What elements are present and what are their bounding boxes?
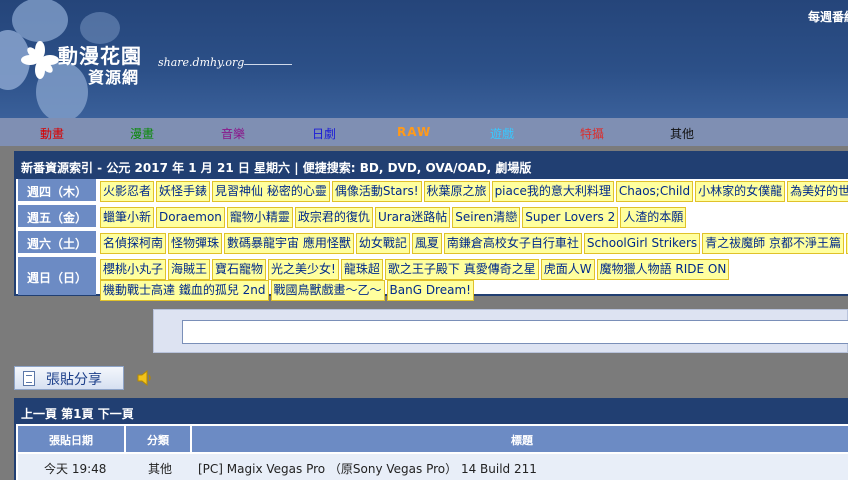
- show-link[interactable]: 海賊王: [168, 259, 211, 280]
- show-list: 名偵探柯南 怪物彈珠 數碼暴龍宇宙 應用怪獸 幼女戰記 風夏 南鎌倉高校女子自行車社 Sch…: [100, 233, 848, 254]
- show-link[interactable]: 人渣的本願: [620, 207, 687, 228]
- show-link[interactable]: BanG Dream!: [386, 280, 474, 301]
- show-link[interactable]: 見習神仙 秘密的心靈: [212, 181, 330, 202]
- nav-item-tokusatsu[interactable]: 特攝: [580, 125, 604, 142]
- show-list: 櫻桃小丸子 海賊王 寶石寵物 光之美少女! 龍珠超 歌之王子殿下 真愛傳奇之星 虎面人W 魔物…: [100, 259, 848, 301]
- show-link[interactable]: 光之美少女!: [268, 259, 339, 280]
- nav-item-music[interactable]: 音樂: [221, 125, 245, 142]
- column-header-title[interactable]: 標題: [192, 426, 848, 452]
- nav-item-other[interactable]: 其他: [670, 125, 694, 142]
- pager[interactable]: 上一頁 第1頁 下一頁: [16, 400, 848, 424]
- day-label: 週日（日）: [18, 257, 96, 295]
- nav-item-raw[interactable]: RAW: [397, 125, 431, 139]
- day-label: 週五（金）: [18, 205, 96, 227]
- logo-subtitle[interactable]: 資源網: [88, 64, 139, 88]
- nav-item-anime[interactable]: 動畫: [40, 125, 64, 142]
- column-header-category[interactable]: 分類: [126, 426, 190, 452]
- show-link[interactable]: 秋葉原之旅: [423, 181, 490, 202]
- logo-url: share.dmhy.org: [158, 56, 245, 69]
- post-share-label: 張貼分享: [46, 372, 102, 388]
- show-list: 火影忍者 妖怪手錶 見習神仙 秘密的心靈 偶像活動Stars! 秋葉原之旅 piace我的…: [100, 181, 848, 202]
- show-link[interactable]: Urara迷路帖: [374, 207, 451, 228]
- show-link[interactable]: 數碼暴龍宇宙 應用怪獸: [224, 233, 354, 254]
- show-link[interactable]: piace我的意大利料理: [491, 181, 614, 202]
- row-category[interactable]: 其他: [148, 454, 172, 480]
- day-row-friday: 週五（金） 蠟筆小新 Doraemon 寵物小精靈 政宗君的復仇 Urara迷路帖 Sei…: [18, 205, 848, 229]
- day-row-thursday: 週四（木） 火影忍者 妖怪手錶 見習神仙 秘密的心靈 偶像活動Stars! 秋葉原之旅 p…: [18, 179, 848, 203]
- torrent-list: 上一頁 第1頁 下一頁 張貼日期 分類 標題 今天 19:48 其他 [PC] …: [14, 398, 848, 480]
- show-link[interactable]: Seiren清戀: [452, 207, 521, 228]
- show-link[interactable]: 南鎌倉高校女子自行車社: [443, 233, 582, 254]
- show-link[interactable]: 小林家的女僕龍: [695, 181, 786, 202]
- show-link[interactable]: 寶石寵物: [212, 259, 267, 280]
- show-link[interactable]: 風夏: [411, 233, 442, 254]
- show-link[interactable]: 寵物小精靈: [226, 207, 293, 228]
- schedule-panel: 新番資源索引 - 公元 2017 年 1 月 21 日 星期六 | 便捷搜索: …: [14, 151, 848, 301]
- show-link[interactable]: SchoolGirl Strikers: [583, 233, 701, 254]
- weekly-schedule-link[interactable]: 每週番組: [808, 8, 848, 25]
- show-link[interactable]: 魔物獵人物語 RIDE ON: [596, 259, 730, 280]
- document-icon: [23, 371, 35, 386]
- show-link[interactable]: Doraemon: [156, 207, 225, 228]
- show-link[interactable]: Chaos;Child: [615, 181, 694, 202]
- day-label: 週六（土）: [18, 231, 96, 253]
- table-row: 今天 19:48 其他 [PC] Magix Vegas Pro （原Sony …: [18, 454, 848, 480]
- show-link[interactable]: 虎面人W: [540, 259, 595, 280]
- show-list: 蠟筆小新 Doraemon 寵物小精靈 政宗君的復仇 Urara迷路帖 Seiren清戀 S…: [100, 207, 848, 228]
- site-header: 動漫花園 資源網 share.dmhy.org 每週番組: [0, 0, 848, 118]
- search-band: [153, 309, 848, 353]
- show-link[interactable]: 青之祓魔師 京都不淨王篇: [702, 233, 844, 254]
- show-link[interactable]: 火影忍者: [100, 181, 155, 202]
- show-link[interactable]: 政宗君的復仇: [294, 207, 373, 228]
- show-link[interactable]: 偶像活動Stars!: [331, 181, 422, 202]
- show-link[interactable]: 怪物彈珠: [168, 233, 223, 254]
- column-header-date[interactable]: 張貼日期: [18, 426, 124, 452]
- category-nav: 動畫 漫畫 音樂 日劇 RAW 遊戲 特攝 其他: [0, 118, 848, 146]
- day-row-saturday: 週六（土） 名偵探柯南 怪物彈珠 數碼暴龍宇宙 應用怪獸 幼女戰記 風夏 南鎌倉高校女子自…: [18, 231, 848, 255]
- day-label: 週四（木）: [18, 179, 96, 201]
- show-link[interactable]: 櫻桃小丸子: [100, 259, 167, 280]
- show-link[interactable]: 為美好的世界獻: [787, 181, 848, 202]
- schedule-title: 新番資源索引 - 公元 2017 年 1 月 21 日 星期六 | 便捷搜索: …: [16, 153, 848, 179]
- show-link[interactable]: Super Lovers 2: [522, 207, 619, 228]
- search-input[interactable]: [182, 320, 848, 344]
- speaker-icon[interactable]: [136, 370, 154, 386]
- row-date: 今天 19:48: [44, 462, 107, 476]
- list-header: 張貼日期 分類 標題: [18, 426, 848, 452]
- logo-divider: [244, 64, 292, 65]
- show-link[interactable]: 戰國鳥獸戲畫～乙～: [270, 280, 385, 301]
- show-link[interactable]: 幼女戰記: [355, 233, 410, 254]
- nav-item-comic[interactable]: 漫畫: [130, 125, 154, 142]
- show-link[interactable]: 歌之王子殿下 真愛傳奇之星: [384, 259, 539, 280]
- show-link[interactable]: 蠟筆小新: [100, 207, 155, 228]
- show-link[interactable]: 名偵探柯南: [100, 233, 167, 254]
- show-link[interactable]: 妖怪手錶: [156, 181, 211, 202]
- show-link[interactable]: 龍珠超: [340, 259, 383, 280]
- day-row-sunday: 週日（日） 櫻桃小丸子 海賊王 寶石寵物 光之美少女! 龍珠超 歌之王子殿下 真愛傳奇之星…: [18, 257, 848, 301]
- row-title-link[interactable]: [PC] Magix Vegas Pro （原Sony Vegas Pro） 1…: [198, 454, 537, 480]
- nav-item-drama[interactable]: 日劇: [312, 125, 336, 142]
- nav-item-game[interactable]: 遊戲: [490, 125, 514, 142]
- show-link[interactable]: 機動戰士高達 鐵血的孤兒 2nd: [100, 280, 269, 301]
- post-share-button[interactable]: 張貼分享: [14, 366, 124, 390]
